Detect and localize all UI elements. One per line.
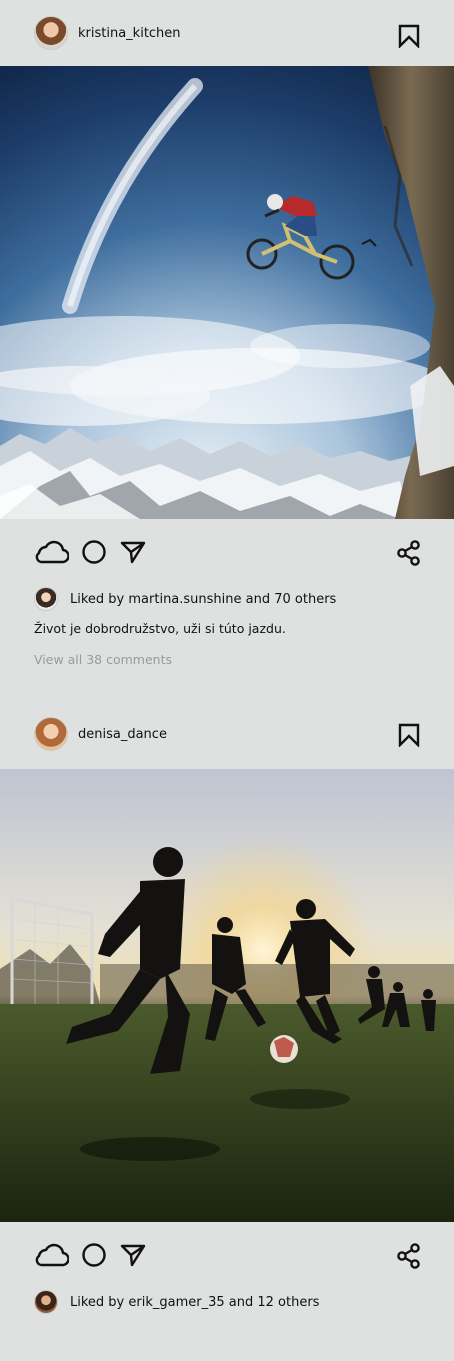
avatar[interactable] xyxy=(34,717,68,751)
username[interactable]: kristina_kitchen xyxy=(78,26,181,41)
share-icon[interactable] xyxy=(397,540,421,570)
post-image[interactable] xyxy=(0,66,454,519)
post-actions xyxy=(0,1222,454,1288)
cloud-icon[interactable] xyxy=(33,1242,69,1268)
post: denisa_dance Liked by erik_gamer_35 and … xyxy=(0,699,454,1316)
post-header: denisa_dance xyxy=(0,699,454,769)
avatar[interactable] xyxy=(34,1290,58,1314)
avatar[interactable] xyxy=(34,587,58,611)
liked-by-text[interactable]: Liked by erik_gamer_35 and 12 others xyxy=(70,1295,319,1310)
avatar[interactable] xyxy=(34,16,68,50)
caption: Život je dobrodružstvo, uži si túto jazd… xyxy=(34,621,286,636)
likes-row: Liked by martina.sunshine and 70 others xyxy=(0,585,454,613)
liked-by-text[interactable]: Liked by martina.sunshine and 70 others xyxy=(70,592,336,607)
post-header: kristina_kitchen xyxy=(0,0,454,66)
circle-icon[interactable] xyxy=(80,1242,108,1268)
bookmark-icon[interactable] xyxy=(398,24,420,48)
cloud-icon[interactable] xyxy=(33,539,69,565)
feed: kristina_kitchen Liked by martina.sunshi… xyxy=(0,0,454,1316)
post-actions xyxy=(0,519,454,585)
post-image[interactable] xyxy=(0,769,454,1222)
send-icon[interactable] xyxy=(119,539,147,565)
likes-row: Liked by erik_gamer_35 and 12 others xyxy=(0,1288,454,1316)
share-icon[interactable] xyxy=(397,1243,421,1273)
circle-icon[interactable] xyxy=(80,539,108,565)
post: kristina_kitchen Liked by martina.sunshi… xyxy=(0,0,454,699)
send-icon[interactable] xyxy=(119,1242,147,1268)
view-comments-link[interactable]: View all 38 comments xyxy=(0,649,454,671)
bookmark-icon[interactable] xyxy=(398,723,420,747)
username[interactable]: denisa_dance xyxy=(78,727,167,742)
